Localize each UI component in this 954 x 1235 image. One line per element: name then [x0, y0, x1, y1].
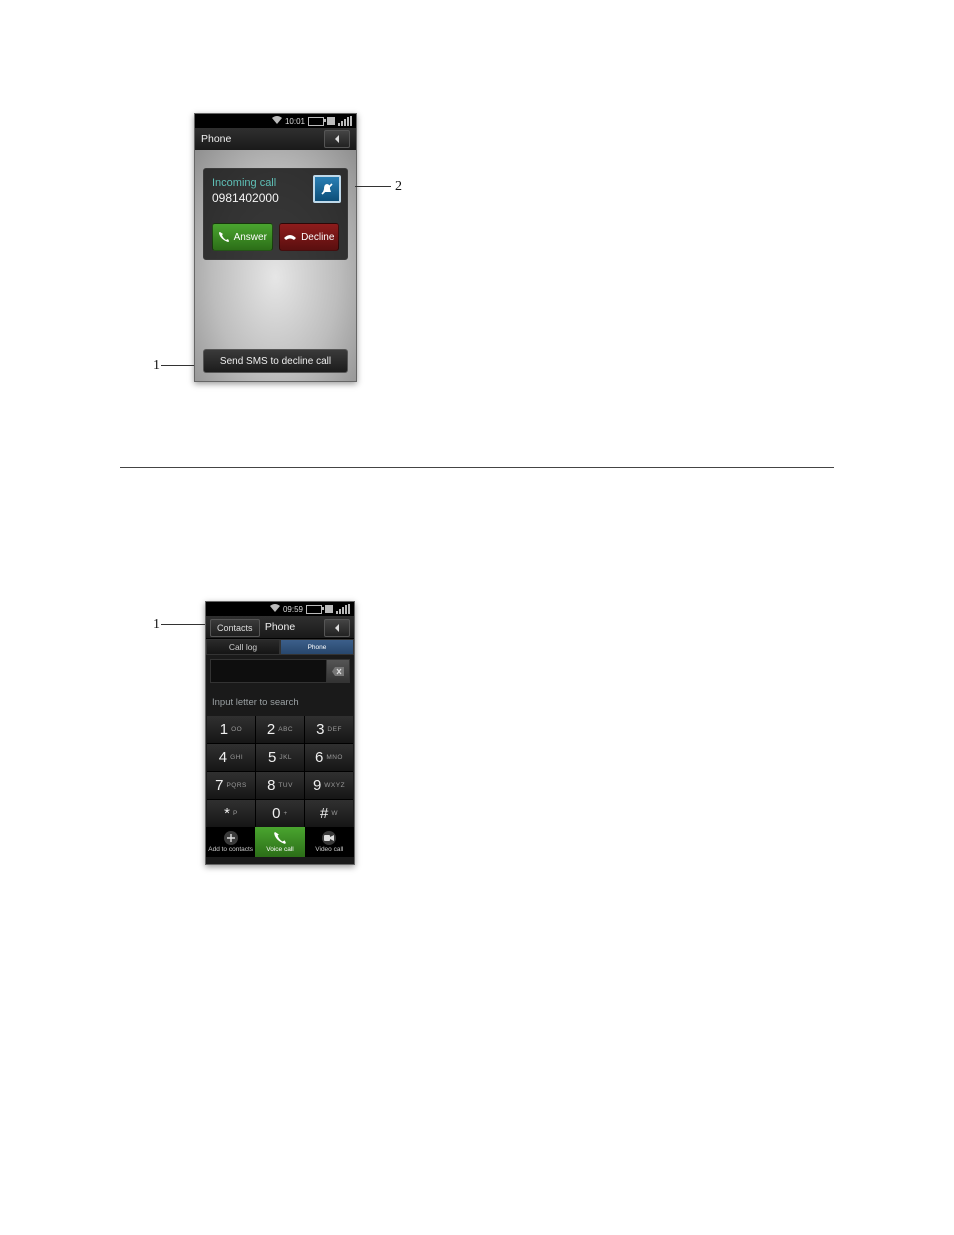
callout-number: 1: [153, 617, 160, 633]
key-digit: 1: [220, 721, 228, 738]
incoming-call-card: Incoming call 0981402000 Answer Decline: [203, 168, 348, 260]
tab-label: Phone: [308, 644, 327, 651]
battery-icon: [308, 117, 324, 126]
keypad-key-7[interactable]: 7PQRS: [207, 772, 255, 799]
phone-screenshot-incoming-call: 10:01 Phone Incoming call 0981402000 Ans…: [194, 113, 357, 382]
title-bar: Contacts Phone: [206, 616, 354, 639]
key-digit: 6: [315, 749, 323, 766]
key-digit: 3: [316, 721, 324, 738]
tab-label: Call log: [229, 642, 257, 652]
keypad-key-#[interactable]: #W: [305, 800, 353, 827]
key-letters: ABC: [278, 726, 293, 733]
screen-body: Incoming call 0981402000 Answer Decline: [195, 150, 356, 381]
callout-line: [355, 186, 391, 187]
title-bar: Phone: [195, 128, 356, 151]
keypad-key-0[interactable]: 0+: [256, 800, 304, 827]
keypad-key-3[interactable]: 3DEF: [305, 716, 353, 743]
back-button[interactable]: [324, 619, 350, 637]
video-call-button[interactable]: Video call: [305, 827, 354, 857]
voice-call-button[interactable]: Voice call: [255, 827, 304, 857]
action-label: Voice call: [266, 846, 293, 853]
answer-button[interactable]: Answer: [212, 223, 273, 251]
search-hint: Input letter to search: [206, 683, 354, 716]
phone-screenshot-dialer: 09:59 Contacts Phone Call log Phone Inpu…: [205, 601, 355, 865]
screen-title: Phone: [201, 133, 231, 145]
key-letters: DEF: [327, 726, 342, 733]
number-input-field[interactable]: [210, 659, 350, 683]
keypad-key-6[interactable]: 6MNO: [305, 744, 353, 771]
signal-icon: [338, 116, 352, 126]
key-letters: TUV: [278, 782, 293, 789]
back-arrow-icon: [333, 135, 341, 143]
section-divider: [120, 467, 834, 468]
send-sms-decline-button[interactable]: Send SMS to decline call: [203, 349, 348, 373]
keypad-key-4[interactable]: 4GHI: [207, 744, 255, 771]
action-row: Add to contacts Voice call Video call: [206, 827, 354, 857]
keypad-key-1[interactable]: 1OO: [207, 716, 255, 743]
status-time: 10:01: [285, 117, 305, 126]
keypad-key-*[interactable]: *P: [207, 800, 255, 827]
keypad-key-2[interactable]: 2ABC: [256, 716, 304, 743]
send-sms-label: Send SMS to decline call: [220, 356, 331, 367]
callout-line: [161, 624, 205, 625]
key-digit: 2: [267, 721, 275, 738]
callout-line: [161, 365, 194, 366]
decline-button[interactable]: Decline: [279, 223, 340, 251]
backspace-button[interactable]: [326, 660, 349, 682]
key-letters: W: [331, 810, 338, 817]
status-bar: 10:01: [195, 114, 356, 128]
hangup-icon: [283, 232, 297, 242]
keypad-key-8[interactable]: 8TUV: [256, 772, 304, 799]
plus-icon: [224, 831, 238, 845]
answer-label: Answer: [234, 232, 267, 243]
key-letters: OO: [231, 726, 242, 733]
key-letters: P: [233, 810, 238, 817]
bell-off-icon: [320, 182, 334, 196]
tab-bar: Call log Phone: [206, 639, 354, 655]
key-letters: MNO: [326, 754, 343, 761]
status-square-icon: [325, 605, 333, 613]
status-square-icon: [327, 117, 335, 125]
phone-icon: [273, 831, 287, 845]
back-button[interactable]: [324, 130, 350, 148]
key-letters: GHI: [230, 754, 243, 761]
key-digit: 4: [219, 749, 227, 766]
action-label: Video call: [315, 846, 343, 853]
tab-phone[interactable]: Phone: [280, 639, 354, 655]
key-digit: 5: [268, 749, 276, 766]
mute-ringer-button[interactable]: [313, 175, 341, 203]
key-digit: *: [224, 805, 230, 822]
callout-number: 1: [153, 358, 160, 374]
phone-icon: [218, 231, 230, 243]
key-letters: +: [284, 810, 288, 817]
key-digit: 7: [215, 777, 223, 794]
video-icon: [322, 831, 336, 845]
wifi-icon: [270, 604, 280, 614]
key-digit: #: [320, 805, 328, 822]
key-digit: 0: [272, 805, 280, 822]
wifi-icon: [272, 116, 282, 126]
action-label: Add to contacts: [208, 846, 253, 853]
key-digit: 8: [267, 777, 275, 794]
key-letters: PQRS: [226, 782, 246, 789]
status-bar: 09:59: [206, 602, 354, 616]
key-digit: 9: [313, 777, 321, 794]
add-to-contacts-button[interactable]: Add to contacts: [206, 827, 255, 857]
decline-label: Decline: [301, 232, 334, 243]
key-letters: JKL: [279, 754, 292, 761]
status-time: 09:59: [283, 605, 303, 614]
keypad-key-9[interactable]: 9WXYZ: [305, 772, 353, 799]
tab-call-log[interactable]: Call log: [206, 639, 280, 655]
key-letters: WXYZ: [324, 782, 345, 789]
keypad-key-5[interactable]: 5JKL: [256, 744, 304, 771]
back-arrow-icon: [333, 624, 341, 632]
battery-icon: [306, 605, 322, 614]
keypad: 1OO2ABC3DEF4GHI5JKL6MNO7PQRS8TUV9WXYZ*P0…: [207, 716, 353, 827]
callout-number: 2: [395, 179, 402, 195]
signal-icon: [336, 604, 350, 614]
backspace-icon: [332, 667, 344, 676]
